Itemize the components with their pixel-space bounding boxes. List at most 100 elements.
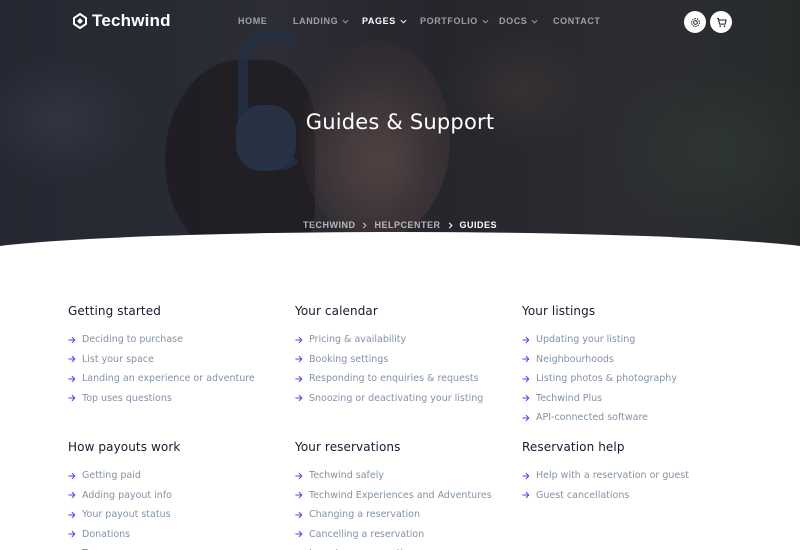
nav-item-pages[interactable]: PAGES [362, 16, 407, 26]
guide-link[interactable]: Guest cancellations [522, 486, 752, 506]
guide-link[interactable]: Cancelling a reservation [295, 525, 525, 545]
guide-link-label: Guest cancellations [536, 489, 630, 501]
nav-item-label: PAGES [362, 16, 396, 26]
arrow-right-icon [522, 395, 530, 402]
arrow-right-icon [522, 375, 530, 382]
nav-item-label: DOCS [499, 16, 528, 26]
guide-link-label: Your payout status [82, 509, 171, 521]
cart-button[interactable] [710, 11, 732, 33]
section-title: Getting started [68, 304, 161, 318]
guide-section-how-payouts-work: How payouts work Getting paid Adding payou… [68, 440, 298, 550]
arrow-right-icon [522, 472, 530, 479]
arrow-right-icon [295, 356, 303, 363]
guide-link[interactable]: Pricing & availability [295, 330, 525, 350]
cart-icon [716, 17, 727, 27]
guide-link[interactable]: Techwind Experiences and Adventures [295, 486, 525, 506]
breadcrumb-item-techwind[interactable]: TECHWIND [303, 220, 356, 230]
nav-item-docs[interactable]: DOCS [499, 16, 538, 26]
guide-link-label: Snoozing or deactivating your listing [309, 392, 484, 404]
settings-button[interactable] [684, 11, 706, 33]
guide-link[interactable]: Booking settings [295, 350, 525, 370]
chevron-down-icon [482, 19, 489, 24]
guide-link[interactable]: Responding to enquiries & requests [295, 369, 525, 389]
guide-link[interactable]: Long-term reservations [295, 544, 525, 550]
guide-link-label: Adding payout info [82, 489, 172, 501]
guide-section-reservation-help: Reservation help Help with a reservation … [522, 440, 752, 505]
arrow-right-icon [68, 356, 76, 363]
guide-link[interactable]: Landing an experience or adventure [68, 369, 298, 389]
guide-link[interactable]: Techwind safely [295, 466, 525, 486]
guide-link[interactable]: Updating your listing [522, 330, 752, 350]
arrow-right-icon [522, 336, 530, 343]
guide-link-label: Pricing & availability [309, 334, 407, 346]
guide-section-your-listings: Your listings Updating your listing Neighb… [522, 304, 752, 428]
nav-item-label: HOME [238, 16, 268, 26]
arrow-right-icon [68, 395, 76, 402]
guide-link[interactable]: Donations [68, 525, 298, 545]
arrow-right-icon [295, 375, 303, 382]
arrow-right-icon [68, 375, 76, 382]
gear-icon [690, 17, 700, 27]
nav-item-contact[interactable]: CONTACT [553, 16, 601, 26]
arrow-right-icon [522, 492, 530, 499]
breadcrumb: TECHWIND HELPCENTER GUIDES [0, 220, 800, 230]
arrow-right-icon [295, 336, 303, 343]
guide-link-label: Top uses questions [82, 392, 172, 404]
arrow-right-icon [295, 511, 303, 518]
guide-link-label: Listing photos & photography [536, 373, 677, 385]
page-title: Guides & Support [305, 110, 495, 134]
chevron-right-icon [363, 221, 368, 229]
guide-link-label: Neighbourhoods [536, 353, 614, 365]
arrow-right-icon [295, 472, 303, 479]
guide-link-label: Booking settings [309, 353, 389, 365]
guide-link[interactable]: List your space [68, 350, 298, 370]
nav-item-label: CONTACT [553, 16, 601, 26]
guide-link[interactable]: Deciding to purchase [68, 330, 298, 350]
guide-link[interactable]: Help with a reservation or guest [522, 466, 752, 486]
nav-item-portfolio[interactable]: PORTFOLIO [420, 16, 489, 26]
chevron-right-icon [448, 221, 453, 229]
guide-link-label: Landing an experience or adventure [82, 373, 255, 385]
guide-link-label: Techwind safely [309, 470, 384, 482]
guide-link-label: Cancelling a reservation [309, 528, 425, 540]
section-title: How payouts work [68, 440, 181, 454]
nav-item-label: PORTFOLIO [420, 16, 478, 26]
guide-link-label: Techwind Plus [536, 392, 603, 404]
guide-link[interactable]: Snoozing or deactivating your listing [295, 389, 525, 409]
arrow-right-icon [68, 336, 76, 343]
arrow-right-icon [295, 492, 303, 499]
arrow-right-icon [68, 472, 76, 479]
guide-link-label: API-connected software [536, 412, 649, 424]
nav-item-landing[interactable]: LANDING [293, 16, 349, 26]
guide-link[interactable]: API-connected software [522, 408, 752, 428]
guide-link[interactable]: Adding payout info [68, 486, 298, 506]
section-link-list: Getting paid Adding payout info Your payou… [68, 466, 298, 550]
guide-link[interactable]: Taxes [68, 544, 298, 550]
nav-item-label: LANDING [293, 16, 339, 26]
guide-link-label: Deciding to purchase [82, 334, 183, 346]
breadcrumb-item-helpcenter[interactable]: HELPCENTER [374, 220, 440, 230]
arrow-right-icon [295, 395, 303, 402]
arrow-right-icon [522, 414, 530, 421]
guide-link-label: Changing a reservation [309, 509, 420, 521]
arrow-right-icon [68, 511, 76, 518]
section-link-list: Help with a reservation or guest Guest ca… [522, 466, 752, 505]
guide-section-your-reservations: Your reservations Techwind safely Techwind… [295, 440, 525, 550]
guide-link-label: Techwind Experiences and Adventures [309, 489, 492, 501]
guide-link[interactable]: Listing photos & photography [522, 369, 752, 389]
guide-link-label: Help with a reservation or guest [536, 470, 689, 482]
chevron-down-icon [400, 19, 407, 24]
guide-link[interactable]: Techwind Plus [522, 389, 752, 409]
section-link-list: Techwind safely Techwind Experiences and … [295, 466, 525, 550]
guide-link[interactable]: Neighbourhoods [522, 350, 752, 370]
guide-link[interactable]: Changing a reservation [295, 505, 525, 525]
guide-link[interactable]: Getting paid [68, 466, 298, 486]
hero-banner: Techwind HOME LANDING PAGES PORTFOLIO DO… [0, 0, 800, 250]
guide-link[interactable]: Top uses questions [68, 389, 298, 409]
arrow-right-icon [522, 356, 530, 363]
section-title: Reservation help [522, 440, 625, 454]
nav-item-home[interactable]: HOME [238, 16, 267, 26]
guide-link-label: Responding to enquiries & requests [309, 373, 479, 385]
chevron-down-icon [531, 19, 538, 24]
guide-link[interactable]: Your payout status [68, 505, 298, 525]
